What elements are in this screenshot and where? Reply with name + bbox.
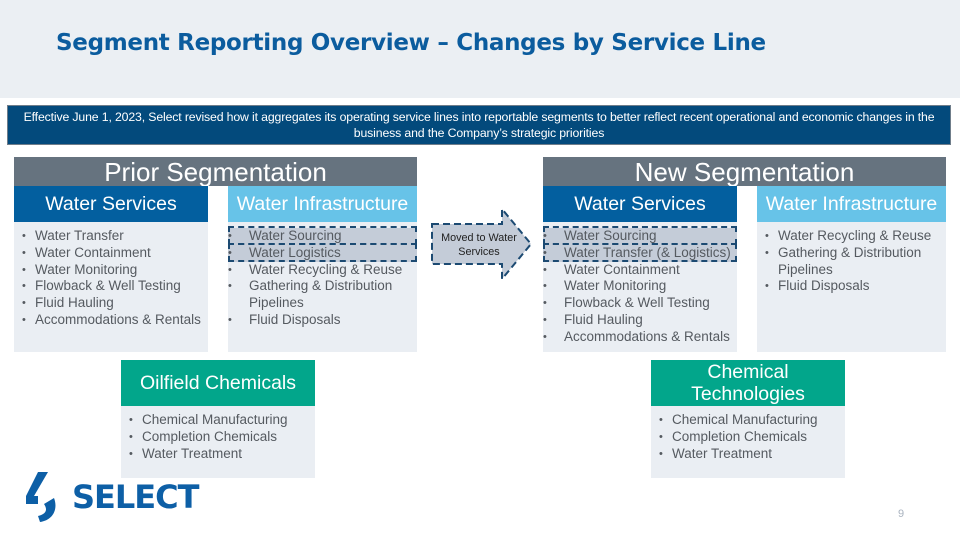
list-item: Fluid Hauling bbox=[22, 295, 204, 312]
list-item-moved: Water Sourcing bbox=[228, 228, 417, 245]
list-item: Water Treatment bbox=[659, 446, 841, 463]
list-item-moved: Water Logistics bbox=[228, 244, 417, 262]
page-number: 9 bbox=[898, 508, 905, 520]
prior-chemicals-title: Oilfield Chemicals bbox=[121, 360, 315, 406]
list-item: Water Recycling & Reuse bbox=[228, 262, 417, 279]
list-item: Gathering & Distribution Pipelines bbox=[228, 278, 417, 312]
prior-chemicals-list: Chemical Manufacturing Completion Chemic… bbox=[121, 406, 315, 462]
new-segmentation-heading: New Segmentation bbox=[543, 157, 946, 187]
info-banner: Effective June 1, 2023, Select revised h… bbox=[7, 105, 951, 145]
list-item-moved: Water Transfer (& Logistics) bbox=[543, 244, 737, 262]
list-item: Water Containment bbox=[22, 245, 204, 262]
list-item: Fluid Hauling bbox=[543, 312, 737, 329]
new-chemicals-title: Chemical Technologies bbox=[651, 360, 845, 406]
prior-segmentation-heading: Prior Segmentation bbox=[14, 157, 417, 187]
list-item: Completion Chemicals bbox=[129, 429, 311, 446]
select-logo-icon bbox=[26, 472, 56, 522]
prior-water-services-box: Water Services Water Transfer Water Cont… bbox=[14, 186, 208, 352]
list-item: Water Transfer bbox=[22, 228, 204, 245]
list-item: Water Monitoring bbox=[543, 278, 737, 295]
list-item: Accommodations & Rentals bbox=[543, 329, 737, 346]
prior-water-infrastructure-title: Water Infrastructure bbox=[228, 186, 417, 222]
select-logo: SELECT bbox=[24, 470, 199, 524]
list-item: Water Containment bbox=[543, 262, 737, 279]
list-item: Fluid Disposals bbox=[765, 278, 942, 295]
new-chemicals-box: Chemical Technologies Chemical Manufactu… bbox=[651, 360, 845, 478]
list-item: Flowback & Well Testing bbox=[543, 295, 737, 312]
new-water-infrastructure-title: Water Infrastructure bbox=[757, 186, 946, 222]
list-item: Gathering & Distribution Pipelines bbox=[765, 245, 942, 279]
list-item: Water Recycling & Reuse bbox=[765, 228, 942, 245]
list-item: Flowback & Well Testing bbox=[22, 278, 204, 295]
page-title: Segment Reporting Overview – Changes by … bbox=[56, 30, 766, 56]
prior-water-services-title: Water Services bbox=[14, 186, 208, 222]
prior-water-infrastructure-box: Water Infrastructure Water Sourcing Wate… bbox=[228, 186, 417, 352]
list-item: Chemical Manufacturing bbox=[659, 412, 841, 429]
new-water-services-box: Water Services Water Sourcing Water Tran… bbox=[543, 186, 737, 352]
prior-water-infrastructure-list: Water Sourcing Water Logistics Water Rec… bbox=[228, 222, 417, 329]
logo-text: SELECT bbox=[72, 478, 199, 516]
prior-chemicals-box: Oilfield Chemicals Chemical Manufacturin… bbox=[121, 360, 315, 478]
list-item-moved: Water Sourcing bbox=[543, 228, 737, 245]
new-water-infrastructure-list: Water Recycling & Reuse Gathering & Dist… bbox=[757, 222, 946, 295]
new-water-services-list: Water Sourcing Water Transfer (& Logisti… bbox=[543, 222, 737, 346]
new-water-services-title: Water Services bbox=[543, 186, 737, 222]
list-item: Water Monitoring bbox=[22, 262, 204, 279]
list-item: Water Treatment bbox=[129, 446, 311, 463]
list-item: Fluid Disposals bbox=[228, 312, 417, 329]
list-item: Chemical Manufacturing bbox=[129, 412, 311, 429]
new-water-infrastructure-box: Water Infrastructure Water Recycling & R… bbox=[757, 186, 946, 352]
list-item: Completion Chemicals bbox=[659, 429, 841, 446]
list-item: Accommodations & Rentals bbox=[22, 312, 204, 329]
prior-water-services-list: Water Transfer Water Containment Water M… bbox=[14, 222, 208, 329]
new-chemicals-list: Chemical Manufacturing Completion Chemic… bbox=[651, 406, 845, 462]
arrow-label: Moved to Water Services bbox=[441, 232, 517, 258]
